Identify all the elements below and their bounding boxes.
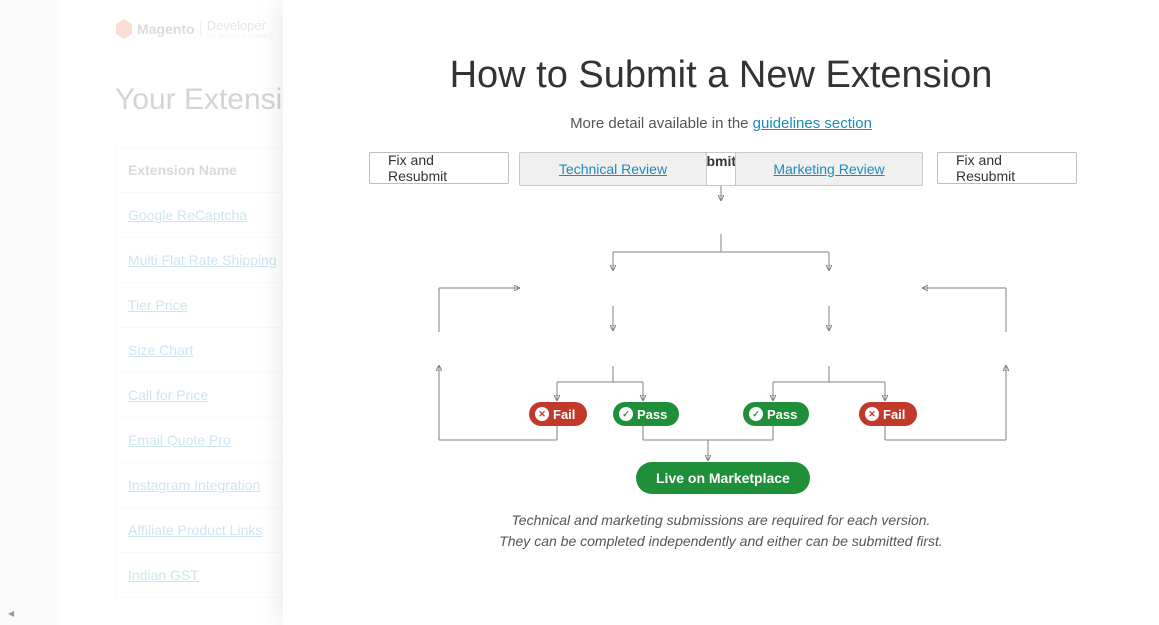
modal-notes: Technical and marketing submissions are … bbox=[343, 512, 1099, 549]
tech-fail: ✕Fail bbox=[529, 402, 587, 426]
mkt-review[interactable]: Marketing Review bbox=[735, 152, 923, 186]
check-icon: ✓ bbox=[749, 407, 763, 421]
modal-subtitle: More detail available in the guidelines … bbox=[343, 115, 1099, 132]
check-icon: ✓ bbox=[619, 407, 633, 421]
flow-diagram: Step 1: Create New Theme Step 2: Submit … bbox=[351, 152, 1091, 502]
fix-right: Fix and Resubmit bbox=[937, 152, 1077, 184]
modal-title: How to Submit a New Extension bbox=[343, 54, 1099, 97]
mkt-pass: ✓Pass bbox=[743, 402, 809, 426]
fix-left: Fix and Resubmit bbox=[369, 152, 509, 184]
close-icon: ✕ bbox=[865, 407, 879, 421]
tech-pass: ✓Pass bbox=[613, 402, 679, 426]
mkt-fail: ✕Fail bbox=[859, 402, 917, 426]
live-box: Live on Marketplace bbox=[636, 462, 810, 494]
modal: How to Submit a New Extension More detai… bbox=[283, 0, 1159, 625]
guidelines-link[interactable]: guidelines section bbox=[753, 115, 872, 132]
close-icon: ✕ bbox=[535, 407, 549, 421]
tech-review[interactable]: Technical Review bbox=[519, 152, 707, 186]
scroll-hint-icon bbox=[8, 607, 14, 619]
